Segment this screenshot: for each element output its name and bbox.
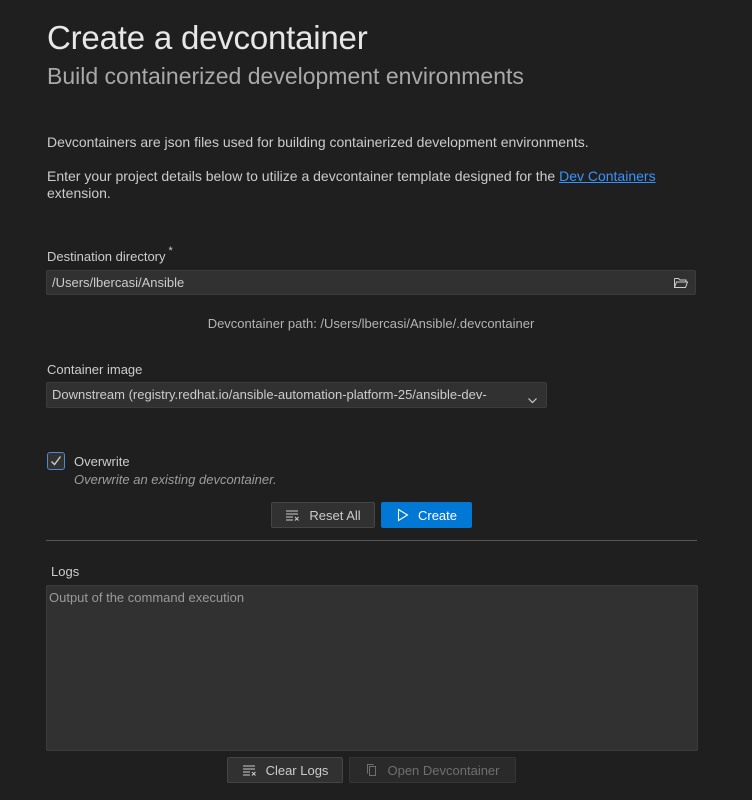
run-icon (397, 508, 409, 522)
create-label: Create (417, 507, 458, 523)
intro-text: Devcontainers are json files used for bu… (47, 134, 589, 150)
logs-label: Logs (51, 564, 80, 579)
overwrite-checkbox[interactable] (47, 452, 65, 470)
folder-open-icon[interactable] (673, 275, 689, 291)
file-copy-icon (367, 764, 377, 776)
create-button[interactable]: Create (381, 502, 472, 528)
destination-field[interactable] (46, 270, 696, 295)
intro-instructions-text: Enter your project details below to util… (47, 168, 560, 184)
clear-all-icon (286, 510, 300, 521)
chevron-down-icon (527, 390, 538, 404)
intro-instructions-suffix: extension. (47, 185, 111, 201)
clear-all-icon (242, 765, 256, 776)
overwrite-label[interactable]: Overwrite (74, 454, 130, 469)
page-subtitle: Build containerized development environm… (47, 63, 524, 89)
destination-input[interactable] (47, 271, 662, 294)
open-devcontainer-label: Open Devcontainer (387, 762, 500, 778)
intro-instructions: Enter your project details below to util… (47, 168, 707, 202)
container-image-dropdown[interactable]: Downstream (registry.redhat.io/ansible-a… (46, 382, 547, 408)
checkmark-icon (51, 456, 62, 466)
reset-all-button[interactable]: Reset All (271, 502, 375, 528)
page-title: Create a devcontainer (47, 19, 368, 56)
logs-output[interactable] (47, 586, 697, 750)
reset-all-label: Reset All (309, 507, 361, 523)
divider (46, 540, 697, 541)
clear-logs-label: Clear Logs (265, 762, 329, 778)
devcontainer-path-hint: Devcontainer path: /Users/lbercasi/Ansib… (207, 316, 535, 331)
clear-logs-button[interactable]: Clear Logs (227, 757, 343, 783)
container-image-label: Container image (47, 362, 143, 377)
container-image-selected: Downstream (registry.redhat.io/ansible-a… (52, 387, 487, 402)
overwrite-description: Overwrite an existing devcontainer. (74, 472, 277, 487)
required-marker: * (168, 245, 173, 257)
logs-area[interactable] (46, 585, 698, 751)
dev-containers-link[interactable]: Dev Containers (559, 168, 656, 184)
open-devcontainer-button[interactable]: Open Devcontainer (349, 757, 516, 783)
destination-label-text: Destination directory (47, 249, 166, 264)
destination-label: Destination directory * (47, 245, 173, 264)
